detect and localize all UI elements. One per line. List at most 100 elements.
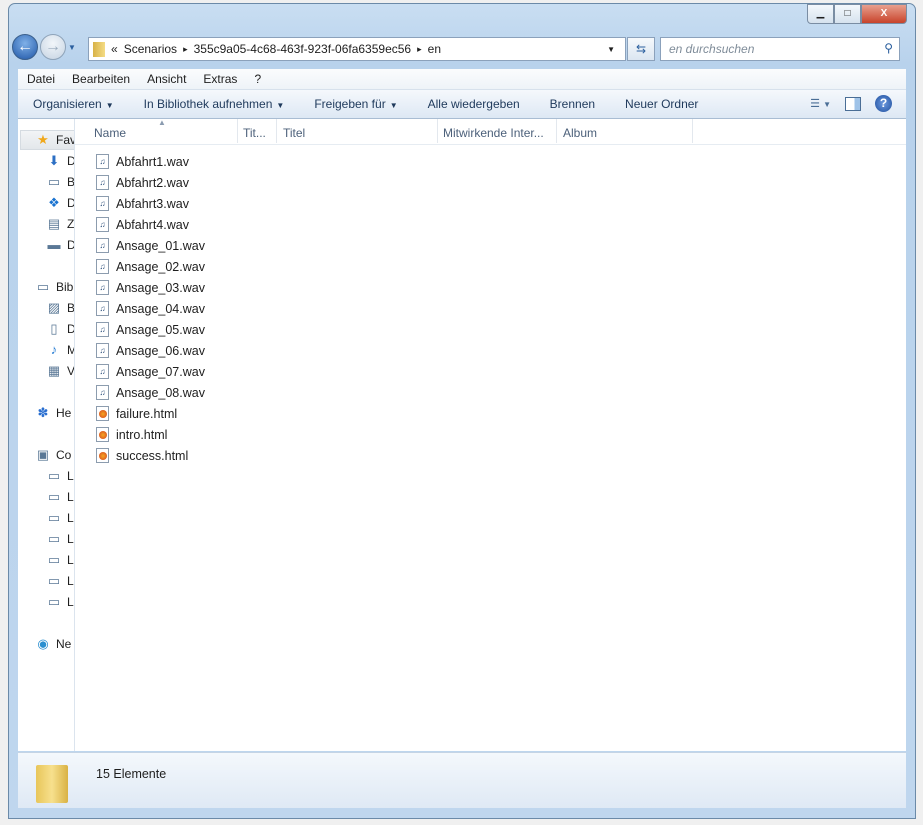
file-row[interactable]: ♫ Ansage_02.wav — [96, 256, 205, 277]
file-name: Abfahrt4.wav — [116, 217, 189, 232]
preview-pane-icon[interactable] — [845, 96, 861, 111]
column-headers: ▲ Name Tit... Titel Mitwirkende Inter...… — [75, 118, 906, 145]
nav-item-drive[interactable]: ▭ L — [46, 487, 74, 507]
nav-item-homegroup[interactable]: ✽ He — [35, 403, 72, 423]
search-input[interactable]: en durchsuchen ⚲ — [660, 37, 900, 61]
breadcrumb-overflow[interactable]: « — [111, 42, 118, 56]
file-row[interactable]: ♫ Ansage_07.wav — [96, 361, 205, 382]
nav-item-label: B — [67, 175, 75, 189]
play-all-button[interactable]: Alle wiedergeben — [413, 97, 535, 111]
file-row[interactable]: ♫ Ansage_03.wav — [96, 277, 205, 298]
nav-item-label: Co — [56, 448, 72, 462]
file-name: Ansage_06.wav — [116, 343, 205, 358]
navigation-pane[interactable]: ★Fav⬇D▭B❖D▤Z▬D▭Bib▨B▯D♪M▦V✽He▣Co▭L▭L▭L▭L… — [18, 119, 75, 751]
nav-item-folder[interactable]: ▭ B — [46, 172, 75, 192]
nav-item-system-drive[interactable]: ▭ L — [46, 466, 74, 486]
search-icon[interactable]: ⚲ — [884, 41, 893, 55]
file-row[interactable]: ♫ Abfahrt3.wav — [96, 193, 189, 214]
file-row[interactable]: ♫ Ansage_05.wav — [96, 319, 205, 340]
nav-item-drive[interactable]: ▭ L — [46, 508, 74, 528]
file-name: failure.html — [116, 406, 178, 421]
menu-bar: Datei Bearbeiten Ansicht Extras ? — [18, 69, 906, 90]
address-dropdown-icon[interactable]: ▼ — [607, 45, 615, 54]
nav-item-downloads[interactable]: ⬇ D — [46, 151, 75, 171]
file-name: Ansage_02.wav — [116, 259, 205, 274]
help-icon[interactable]: ? — [875, 95, 892, 112]
file-name: Ansage_03.wav — [116, 280, 205, 295]
nav-item-drive[interactable]: ▭ L — [46, 550, 74, 570]
organize-button[interactable]: Organisieren ▼ — [18, 97, 129, 111]
html-file-icon — [96, 406, 109, 421]
burn-button[interactable]: Brennen — [535, 97, 610, 111]
column-contributing-artists[interactable]: Mitwirkende Inter... — [443, 126, 544, 140]
file-row[interactable]: success.html — [96, 445, 188, 466]
file-row[interactable]: ♫ Abfahrt4.wav — [96, 214, 189, 235]
maximize-button[interactable]: □ — [834, 4, 861, 24]
file-row[interactable]: ♫ Ansage_04.wav — [96, 298, 205, 319]
file-row[interactable]: intro.html — [96, 424, 167, 445]
nav-item-label: M — [67, 343, 74, 357]
html-file-icon — [96, 427, 109, 442]
breadcrumb-en[interactable]: en — [428, 42, 441, 56]
refresh-button[interactable]: ⇆ — [627, 37, 655, 61]
new-folder-button[interactable]: Neuer Ordner — [610, 97, 713, 111]
view-options-icon[interactable]: ☰ ▼ — [810, 97, 831, 110]
column-track[interactable]: Tit... — [243, 126, 266, 140]
nav-item-label: D — [67, 196, 75, 210]
recent-pages-dropdown[interactable]: ▼ — [68, 43, 76, 52]
nav-item-documents[interactable]: ▯ D — [46, 319, 75, 339]
include-in-library-button[interactable]: In Bibliothek aufnehmen ▼ — [129, 97, 300, 111]
file-row[interactable]: ♫ Abfahrt2.wav — [96, 172, 189, 193]
menu-extras[interactable]: Extras — [194, 72, 245, 86]
audio-file-icon: ♫ — [96, 154, 109, 169]
file-row[interactable]: ♫ Ansage_06.wav — [96, 340, 205, 361]
file-row[interactable]: failure.html — [96, 403, 177, 424]
html-file-icon — [96, 448, 109, 463]
nav-item-drive[interactable]: ▭ L — [46, 571, 74, 591]
breadcrumb-guid-folder[interactable]: 355c9a05-4c68-463f-923f-06fa6359ec56 — [194, 42, 412, 56]
nav-item-computer[interactable]: ▣ Co — [35, 445, 72, 465]
column-name[interactable]: Name — [94, 126, 126, 140]
nav-item-desktop[interactable]: ▬ D — [46, 235, 75, 255]
desktop-icon: ▬ — [47, 237, 61, 252]
forward-button[interactable]: → — [40, 34, 66, 60]
menu-bearbeiten[interactable]: Bearbeiten — [63, 72, 138, 86]
column-album[interactable]: Album — [563, 126, 597, 140]
nav-item-music[interactable]: ♪M — [46, 340, 74, 360]
recent-places-icon: ▤ — [47, 216, 61, 231]
minimize-button[interactable]: ▁ — [807, 4, 834, 24]
back-button[interactable]: ← — [12, 34, 38, 60]
file-row[interactable]: ♫ Ansage_08.wav — [96, 382, 205, 403]
nav-item-drive[interactable]: ▭ L — [46, 592, 74, 612]
nav-item-label: D — [67, 322, 75, 336]
nav-item-recent-places[interactable]: ▤ Z — [46, 214, 74, 234]
share-with-button[interactable]: Freigeben für ▼ — [299, 97, 412, 111]
close-button[interactable]: X — [861, 4, 907, 24]
nav-item-pictures[interactable]: ▨ B — [46, 298, 74, 318]
drive-icon: ▭ — [47, 531, 61, 546]
file-row[interactable]: ♫ Ansage_01.wav — [96, 235, 205, 256]
nav-item-drive[interactable]: ▭ L — [46, 529, 74, 549]
nav-item-label: L — [67, 574, 74, 588]
dropbox-icon: ❖ — [48, 195, 60, 210]
videos-icon: ▦ — [47, 363, 61, 378]
nav-item-label: He — [56, 406, 72, 420]
nav-item-dropbox[interactable]: ❖ D — [46, 193, 75, 213]
breadcrumb-scenarios[interactable]: Scenarios — [124, 42, 177, 56]
breadcrumb-separator[interactable]: ▸ — [417, 44, 422, 55]
address-bar[interactable]: « Scenarios ▸ 355c9a05-4c68-463f-923f-06… — [88, 37, 626, 61]
menu-help[interactable]: ? — [245, 72, 269, 86]
nav-item-label: D — [67, 154, 75, 168]
nav-item-star[interactable]: ★ Fav — [20, 130, 74, 150]
nav-item-videos[interactable]: ▦ V — [46, 361, 74, 381]
file-row[interactable]: ♫ Abfahrt1.wav — [96, 151, 189, 172]
audio-file-icon: ♫ — [96, 301, 109, 316]
file-name: Ansage_04.wav — [116, 301, 205, 316]
menu-ansicht[interactable]: Ansicht — [138, 72, 194, 86]
breadcrumb-separator[interactable]: ▸ — [183, 44, 188, 55]
nav-item-network[interactable]: ◉ Ne — [35, 634, 71, 654]
menu-datei[interactable]: Datei — [18, 72, 63, 86]
nav-item-label: L — [67, 511, 74, 525]
column-title[interactable]: Titel — [283, 126, 305, 140]
nav-item-libraries[interactable]: ▭ Bib — [35, 277, 74, 297]
